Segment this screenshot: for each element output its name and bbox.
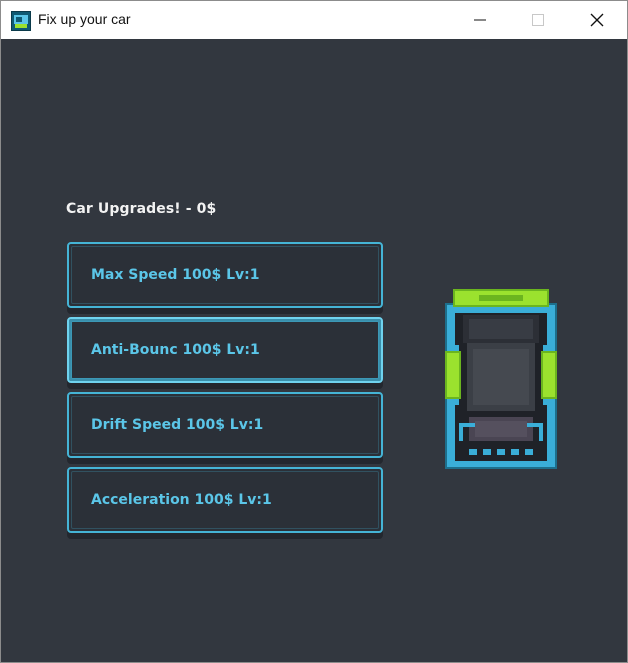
app-window: Fix up your car Car Upgrades! - 0$ Max S… — [0, 0, 628, 663]
upgrade-label: Acceleration 100$ Lv:1 — [91, 492, 272, 508]
upgrade-label: Anti-Bounc 100$ Lv:1 — [91, 342, 260, 358]
acceleration-upgrade-button[interactable]: Acceleration 100$ Lv:1 — [67, 467, 383, 533]
title-bar: Fix up your car — [1, 1, 627, 39]
maximize-icon — [532, 14, 544, 26]
max-speed-upgrade-button[interactable]: Max Speed 100$ Lv:1 — [67, 242, 383, 308]
close-button[interactable] — [574, 1, 620, 39]
minimize-icon — [474, 19, 486, 21]
upgrades-heading: Car Upgrades! - 0$ — [66, 201, 217, 217]
minimize-button[interactable] — [457, 1, 503, 39]
window-title: Fix up your car — [38, 11, 131, 27]
close-icon — [590, 13, 604, 27]
drift-speed-upgrade-button[interactable]: Drift Speed 100$ Lv:1 — [67, 392, 383, 458]
game-app-icon — [11, 11, 31, 31]
car-sprite — [445, 289, 557, 469]
anti-bounce-upgrade-button[interactable]: Anti-Bounc 100$ Lv:1 — [67, 317, 383, 383]
maximize-button[interactable] — [515, 1, 561, 39]
upgrade-label: Drift Speed 100$ Lv:1 — [91, 417, 264, 433]
game-canvas: Car Upgrades! - 0$ Max Speed 100$ Lv:1 A… — [1, 39, 627, 662]
upgrade-label: Max Speed 100$ Lv:1 — [91, 267, 260, 283]
